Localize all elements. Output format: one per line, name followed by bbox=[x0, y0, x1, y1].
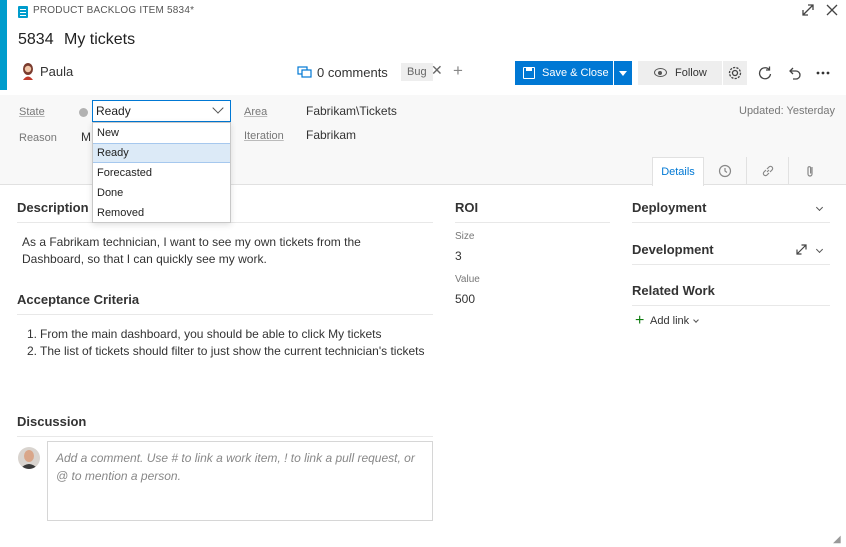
roi-title: ROI bbox=[455, 200, 479, 215]
size-label: Size bbox=[455, 231, 475, 242]
undo-icon[interactable] bbox=[784, 63, 804, 83]
list-item-text: From the main dashboard, you should be a… bbox=[40, 327, 382, 341]
save-options-dropdown-button[interactable] bbox=[614, 61, 632, 85]
area-value[interactable]: Fabrikam\Tickets bbox=[306, 104, 397, 118]
list-number: 2. bbox=[27, 344, 38, 358]
development-title[interactable]: Development bbox=[632, 242, 714, 257]
tab-links[interactable] bbox=[747, 157, 788, 186]
size-value[interactable]: 3 bbox=[455, 249, 462, 263]
refresh-icon[interactable] bbox=[755, 63, 775, 83]
state-color-dot bbox=[79, 108, 88, 117]
resize-grip-icon[interactable]: ◢ bbox=[833, 534, 841, 545]
state-select[interactable]: Ready bbox=[92, 100, 231, 122]
eye-icon bbox=[654, 68, 667, 77]
list-item: 2. The list of tickets should filter to … bbox=[27, 343, 427, 360]
updated-timestamp: Updated: Yesterday bbox=[739, 105, 836, 117]
current-user-avatar bbox=[18, 447, 40, 469]
tag-bug: Bug bbox=[401, 63, 433, 81]
discussion-title: Discussion bbox=[17, 414, 87, 429]
add-icon[interactable]: + bbox=[635, 313, 644, 329]
description-title: Description bbox=[17, 200, 89, 215]
state-label: State bbox=[19, 106, 45, 118]
list-item: 1. From the main dashboard, you should b… bbox=[27, 326, 427, 343]
state-option-done[interactable]: Done bbox=[93, 183, 230, 203]
section-divider bbox=[632, 264, 830, 265]
comments-icon[interactable] bbox=[297, 65, 312, 80]
chevron-down-icon[interactable] bbox=[815, 245, 824, 254]
tab-attachments[interactable] bbox=[789, 157, 831, 186]
gear-icon bbox=[725, 63, 745, 83]
add-link-button[interactable]: Add link bbox=[650, 315, 689, 327]
state-option-new[interactable]: New bbox=[93, 123, 230, 143]
section-divider bbox=[17, 314, 433, 315]
value-value[interactable]: 500 bbox=[455, 292, 475, 306]
acceptance-criteria-title: Acceptance Criteria bbox=[17, 292, 140, 307]
comment-input[interactable]: Add a comment. Use # to link a work item… bbox=[47, 441, 433, 521]
section-divider bbox=[632, 305, 830, 306]
assignee-avatar bbox=[20, 62, 36, 80]
backlog-item-icon bbox=[18, 6, 28, 18]
expand-icon[interactable] bbox=[799, 3, 817, 21]
area-label: Area bbox=[244, 106, 268, 118]
iteration-value[interactable]: Fabrikam bbox=[306, 128, 356, 142]
list-number: 1. bbox=[27, 327, 38, 341]
state-dropdown-list: New Ready Forecasted Done Removed bbox=[92, 122, 231, 223]
link-icon bbox=[762, 165, 773, 177]
history-icon bbox=[718, 164, 732, 178]
section-divider bbox=[632, 222, 830, 223]
deployment-title[interactable]: Deployment bbox=[632, 200, 706, 215]
list-item-text: The list of tickets should filter to jus… bbox=[40, 344, 425, 358]
remove-tag-icon[interactable]: ✕ bbox=[431, 62, 443, 79]
chevron-down-icon[interactable] bbox=[815, 203, 824, 212]
work-item-title[interactable]: My tickets bbox=[64, 31, 135, 49]
work-item-id: 5834 bbox=[18, 31, 54, 48]
acceptance-criteria-list[interactable]: 1. From the main dashboard, you should b… bbox=[27, 326, 427, 360]
chevron-down-icon[interactable] bbox=[693, 317, 699, 323]
work-item-type-label: PRODUCT BACKLOG ITEM 5834* bbox=[33, 5, 195, 16]
tag-label: Bug bbox=[407, 66, 427, 78]
tab-history[interactable] bbox=[704, 157, 746, 186]
related-work-title: Related Work bbox=[632, 283, 715, 298]
reason-label: Reason bbox=[19, 132, 57, 144]
add-tag-icon[interactable]: + bbox=[453, 61, 463, 81]
expand-icon[interactable] bbox=[795, 243, 808, 261]
assignee-name[interactable]: Paula bbox=[40, 64, 73, 79]
state-option-removed[interactable]: Removed bbox=[93, 203, 230, 223]
work-item-color-bar bbox=[0, 0, 7, 90]
description-text[interactable]: As a Fabrikam technician, I want to see … bbox=[22, 234, 422, 268]
state-option-forecasted[interactable]: Forecasted bbox=[93, 163, 230, 183]
state-option-ready[interactable]: Ready bbox=[93, 143, 230, 163]
paperclip-icon bbox=[807, 166, 813, 177]
close-icon[interactable] bbox=[823, 3, 841, 21]
save-icon bbox=[523, 67, 535, 79]
more-actions-icon[interactable] bbox=[813, 63, 833, 83]
section-divider bbox=[17, 436, 433, 437]
follow-button[interactable]: Follow bbox=[638, 61, 722, 85]
comments-count[interactable]: 0 comments bbox=[317, 65, 388, 80]
iteration-label: Iteration bbox=[244, 130, 284, 142]
reason-value[interactable]: M bbox=[81, 130, 91, 144]
section-divider bbox=[455, 222, 610, 223]
tab-details[interactable]: Details bbox=[652, 157, 704, 186]
value-label: Value bbox=[455, 274, 480, 285]
